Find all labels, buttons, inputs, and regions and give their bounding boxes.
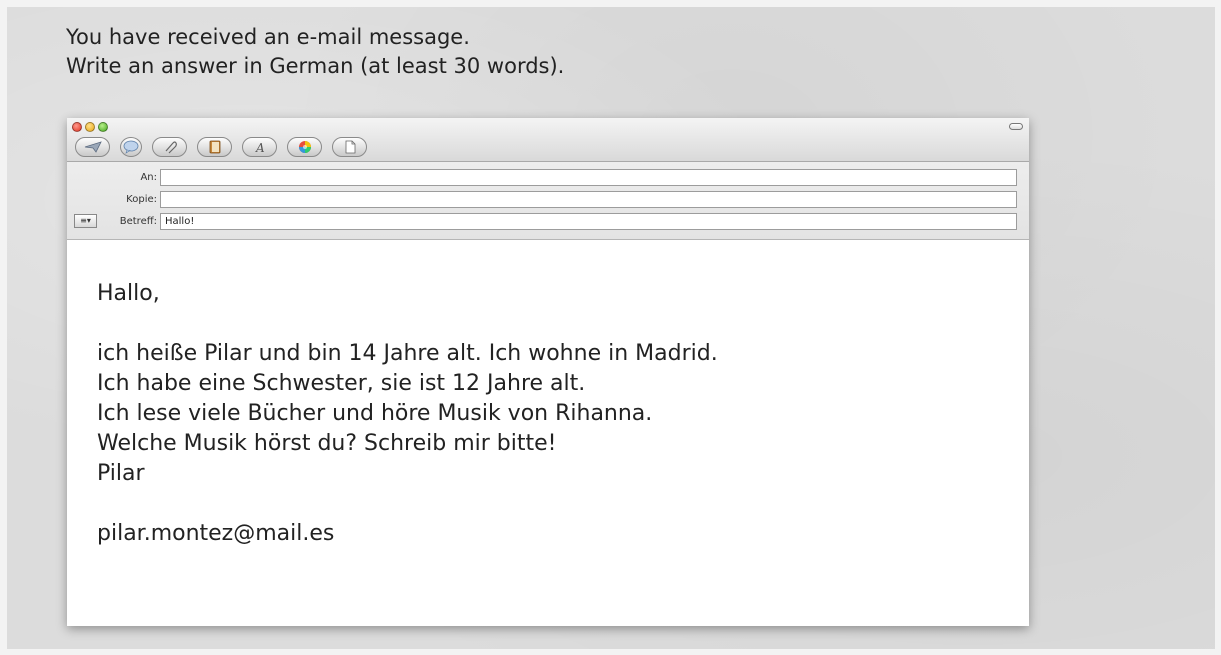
cc-label: Kopie:: [126, 194, 157, 205]
message-line-4: Welche Musik hörst du? Schreib mir bitte…: [97, 431, 557, 456]
colors-icon: [298, 141, 311, 153]
attach-icon: [165, 141, 177, 154]
stationery-button[interactable]: [332, 137, 367, 157]
header-fields: An: Kopie: ≡▾ Betreff:: [67, 162, 1029, 240]
instruction-line-1: You have received an e-mail message.: [66, 25, 470, 49]
header-options-button[interactable]: ≡▾: [74, 214, 97, 228]
chat-icon: [123, 140, 139, 154]
greeting: Hallo,: [97, 281, 160, 306]
mail-window: A An: Kopie: ≡▾ Betreff: Hallo! Hallo, i…: [67, 118, 1029, 626]
stationery-icon: [345, 140, 355, 154]
to-row: An:: [67, 167, 1017, 188]
chat-button[interactable]: [120, 137, 142, 157]
window-controls: [72, 122, 108, 132]
fonts-icon: A: [255, 141, 265, 154]
close-window-icon[interactable]: [72, 122, 82, 132]
address-book-icon: [209, 140, 220, 154]
instruction-line-2: Write an answer in German (at least 30 w…: [66, 54, 565, 78]
zoom-window-icon[interactable]: [98, 122, 108, 132]
subject-row: ≡▾ Betreff:: [67, 211, 1017, 232]
subject-field[interactable]: [160, 213, 1017, 230]
title-bar: A: [67, 118, 1029, 162]
message-line-1: ich heiße Pilar und bin 14 Jahre alt. Ic…: [97, 341, 718, 366]
send-button[interactable]: [75, 137, 110, 157]
signature: Pilar: [97, 461, 145, 486]
svg-text:A: A: [255, 141, 265, 154]
message-line-3: Ich lese viele Bücher und höre Musik von…: [97, 401, 653, 426]
minimize-window-icon[interactable]: [85, 122, 95, 132]
attach-button[interactable]: [152, 137, 187, 157]
task-instructions: You have received an e-mail message. Wri…: [66, 23, 564, 81]
sender-email: pilar.montez@mail.es: [97, 521, 335, 546]
to-label: An:: [140, 172, 157, 183]
cc-row: Kopie:: [67, 189, 1017, 210]
cc-field[interactable]: [160, 191, 1017, 208]
message-line-2: Ich habe eine Schwester, sie ist 12 Jahr…: [97, 371, 586, 396]
address-book-button[interactable]: [197, 137, 232, 157]
colors-button[interactable]: [287, 137, 322, 157]
to-field[interactable]: [160, 169, 1017, 186]
fonts-button[interactable]: A: [242, 137, 277, 157]
toolbar: A: [75, 137, 367, 157]
send-icon: [84, 141, 102, 153]
message-body[interactable]: Hallo, ich heiße Pilar und bin 14 Jahre …: [67, 240, 1029, 549]
toolbar-toggle-button[interactable]: [1009, 123, 1023, 130]
